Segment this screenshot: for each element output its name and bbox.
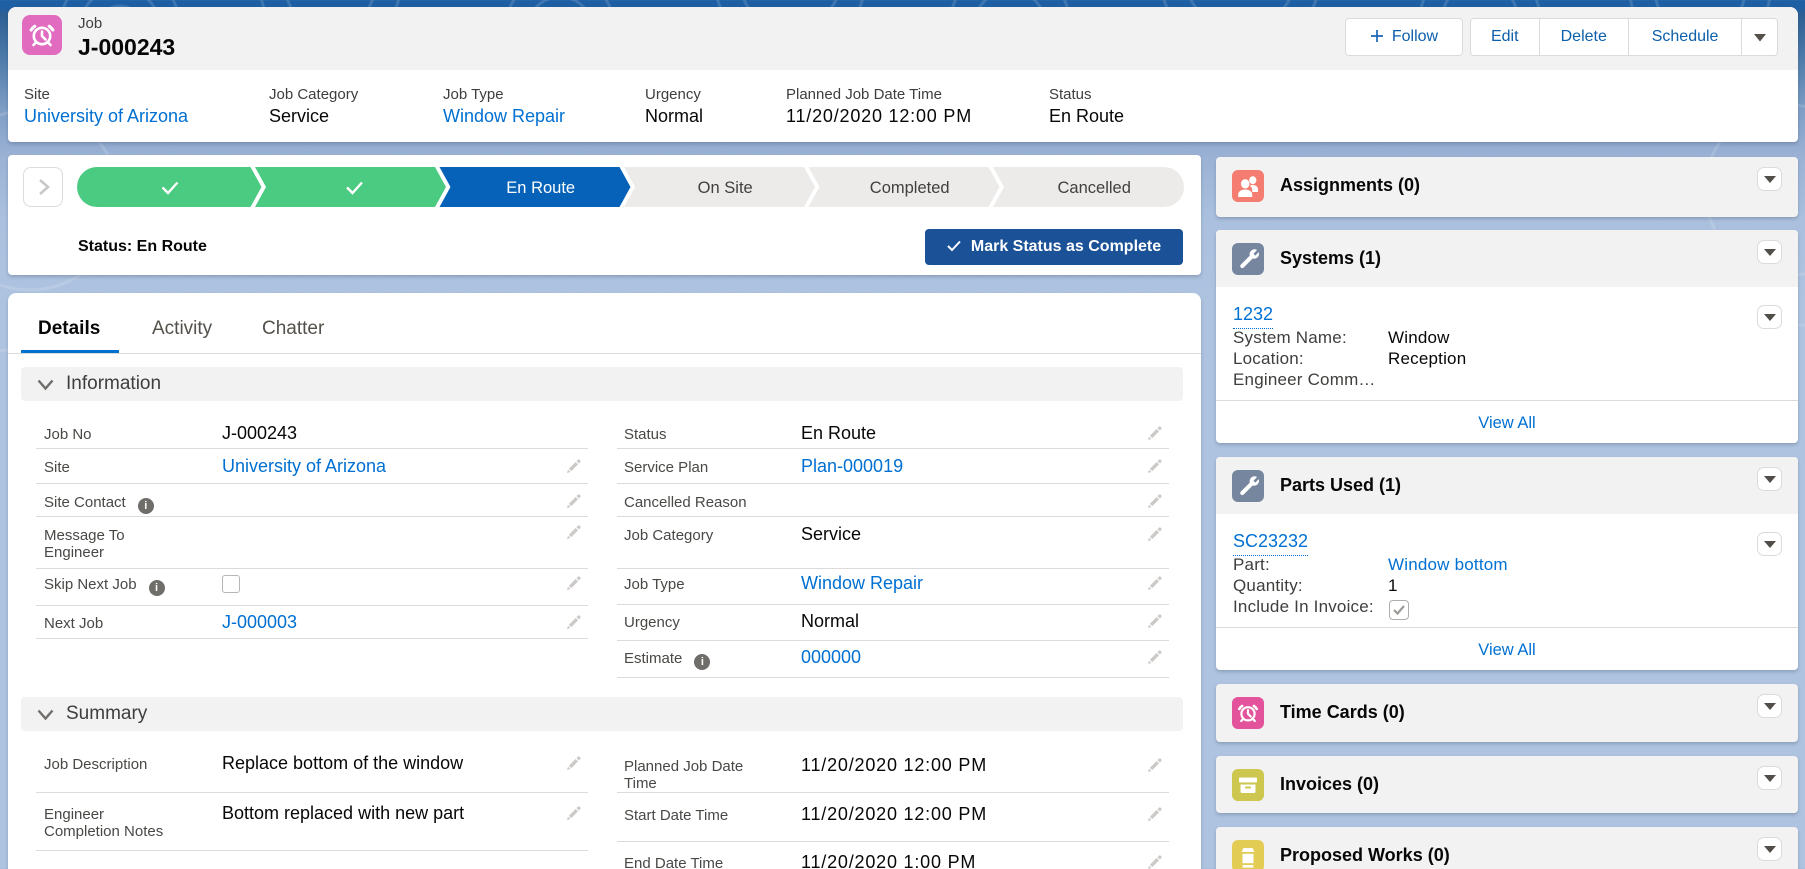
svg-text:Cancelled: Cancelled (1058, 179, 1131, 197)
svg-text:Completed: Completed (870, 179, 950, 197)
svg-text:On Site: On Site (698, 179, 753, 197)
svg-text:En Route: En Route (506, 179, 575, 197)
